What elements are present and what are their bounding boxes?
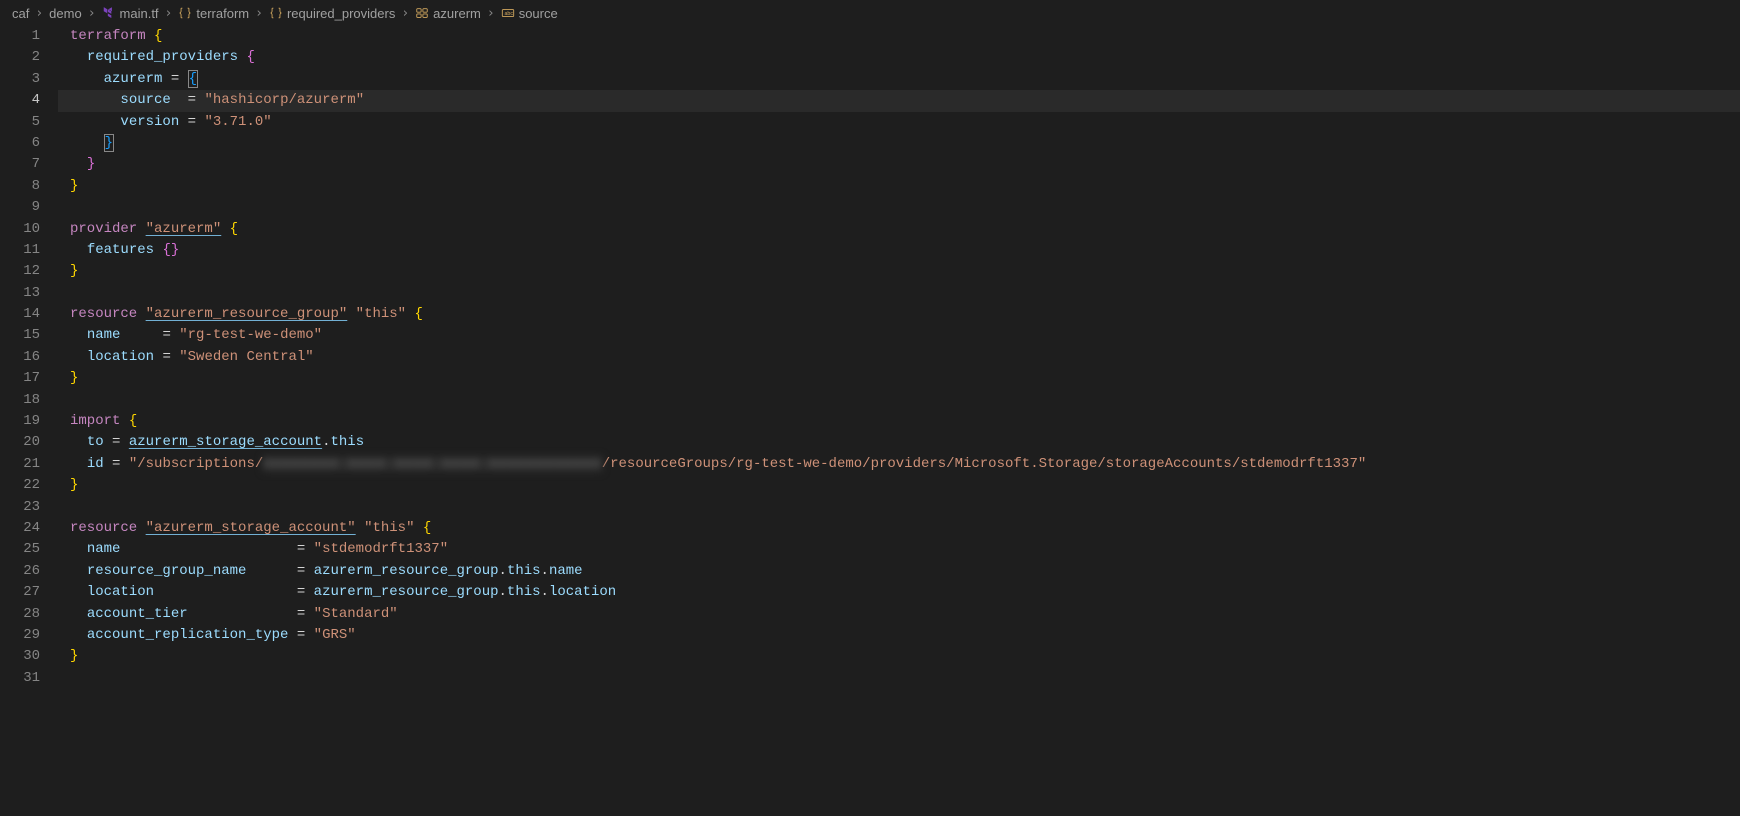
string: "/subscriptions/ <box>129 456 263 472</box>
identifier: account_tier <box>87 606 188 622</box>
breadcrumb-item[interactable]: main.tf <box>120 6 159 21</box>
chevron-right-icon: › <box>88 6 96 21</box>
string: "this" <box>364 520 414 536</box>
identifier: name <box>87 541 121 557</box>
string: "Standard" <box>314 606 398 622</box>
reference: azurerm_storage_account <box>129 434 322 450</box>
chevron-right-icon: › <box>35 6 43 21</box>
identifier: version <box>120 114 179 130</box>
symbol-string-icon: abc <box>501 6 515 20</box>
symbol-object-icon <box>415 6 429 20</box>
identifier: resource_group_name <box>87 563 247 579</box>
string: "GRS" <box>314 627 356 643</box>
breadcrumb-item[interactable]: azurerm <box>433 6 481 21</box>
string: "rg-test-we-demo" <box>179 327 322 343</box>
string: /resourceGroups/rg-test-we-demo/provider… <box>602 456 1367 472</box>
string: "hashicorp/azurerm" <box>204 92 364 108</box>
svg-text:abc: abc <box>504 11 513 17</box>
reference: azurerm_resource_group <box>314 563 499 579</box>
breadcrumb-item[interactable]: caf <box>12 6 29 21</box>
code-editor[interactable]: 1234567891011121314151617181920212223242… <box>0 26 1740 816</box>
identifier: source <box>120 92 170 108</box>
chevron-right-icon: › <box>255 6 263 21</box>
identifier: azurerm <box>104 71 163 87</box>
identifier: required_providers <box>87 49 238 65</box>
identifier: name <box>87 327 121 343</box>
string: "azurerm_storage_account" <box>146 520 356 536</box>
symbol-namespace-icon <box>178 6 192 20</box>
identifier: to <box>87 434 104 450</box>
string: "azurerm" <box>146 221 222 237</box>
keyword: resource <box>70 306 137 322</box>
identifier: location <box>87 584 154 600</box>
reference: this <box>330 434 364 450</box>
line-number-gutter: 1234567891011121314151617181920212223242… <box>0 26 58 816</box>
identifier: account_replication_type <box>87 627 289 643</box>
chevron-right-icon: › <box>401 6 409 21</box>
keyword: terraform <box>70 28 146 44</box>
string: "this" <box>356 306 406 322</box>
breadcrumb-item[interactable]: source <box>519 6 558 21</box>
breadcrumb-item[interactable]: terraform <box>196 6 249 21</box>
identifier: features <box>87 242 154 258</box>
chevron-right-icon: › <box>487 6 495 21</box>
reference: azurerm_resource_group <box>314 584 499 600</box>
symbol-namespace-icon <box>269 6 283 20</box>
string: "Sweden Central" <box>179 349 313 365</box>
breadcrumb-item[interactable]: required_providers <box>287 6 395 21</box>
keyword: resource <box>70 520 137 536</box>
keyword: import <box>70 413 120 429</box>
string: "3.71.0" <box>204 114 271 130</box>
breadcrumb[interactable]: caf › demo › main.tf › terraform › requi… <box>0 0 1740 26</box>
redacted-text: xxxxxxxx-xxxx-xxxx-xxxx-xxxxxxxxxxxx <box>263 456 601 472</box>
keyword: provider <box>70 221 137 237</box>
string: "stdemodrft1337" <box>314 541 448 557</box>
breadcrumb-item[interactable]: demo <box>49 6 82 21</box>
terraform-file-icon <box>102 6 116 20</box>
code-content[interactable]: terraform { required_providers { azurerm… <box>58 26 1740 816</box>
identifier: id <box>87 456 104 472</box>
identifier: location <box>87 349 154 365</box>
string: "azurerm_resource_group" <box>146 306 348 322</box>
chevron-right-icon: › <box>165 6 173 21</box>
